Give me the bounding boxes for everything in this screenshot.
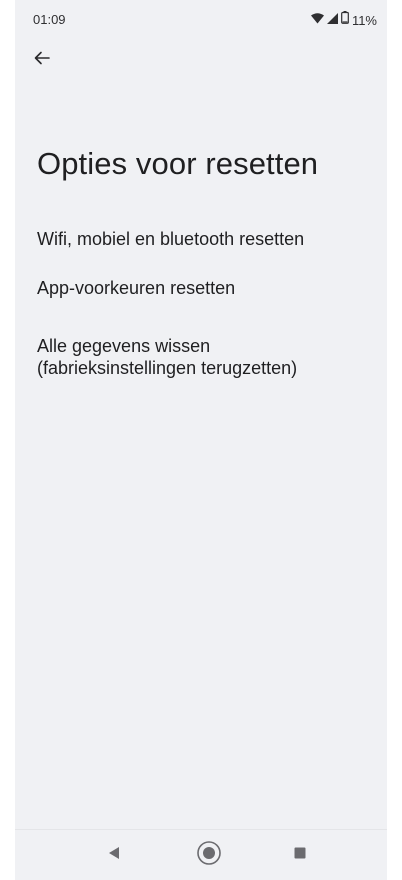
settings-screen: 01:09 11% Opties voor resetten Wifi, mob… bbox=[15, 0, 387, 880]
battery-icon bbox=[341, 11, 349, 29]
battery-percentage: 11% bbox=[351, 12, 377, 28]
reset-app-preferences-label: App-voorkeuren resetten bbox=[37, 278, 236, 298]
reset-app-preferences-option[interactable]: App-voorkeuren resetten bbox=[15, 267, 387, 325]
reset-options-list: Wifi, mobiel en bluetooth resetten App-v… bbox=[15, 215, 387, 395]
page-title: Opties voor resetten bbox=[37, 146, 319, 181]
reset-network-option[interactable]: Wifi, mobiel en bluetooth resetten bbox=[15, 215, 387, 267]
nav-recents-button[interactable] bbox=[285, 840, 315, 870]
cellular-signal-icon bbox=[326, 11, 338, 29]
status-time: 01:09 bbox=[33, 12, 66, 27]
nav-back-icon bbox=[108, 846, 120, 865]
wifi-icon bbox=[310, 11, 324, 29]
status-bar: 01:09 11% bbox=[15, 0, 387, 36]
factory-reset-label: Alle gegevens wissen bbox=[37, 336, 211, 356]
factory-reset-option[interactable]: Alle gegevens wissen (fabrieksinstelling… bbox=[15, 325, 387, 395]
back-button[interactable] bbox=[28, 46, 56, 74]
nav-home-button[interactable] bbox=[194, 840, 224, 870]
reset-network-label: Wifi, mobiel en bluetooth resetten bbox=[37, 229, 305, 249]
nav-back-button[interactable] bbox=[99, 840, 129, 870]
navigation-bar bbox=[15, 829, 387, 880]
factory-reset-sublabel: (fabrieksinstellingen terugzetten) bbox=[37, 358, 298, 378]
nav-home-icon bbox=[196, 840, 222, 871]
status-icons: 11% bbox=[310, 11, 377, 29]
nav-recents-icon bbox=[294, 846, 306, 864]
back-arrow-icon bbox=[34, 51, 50, 70]
